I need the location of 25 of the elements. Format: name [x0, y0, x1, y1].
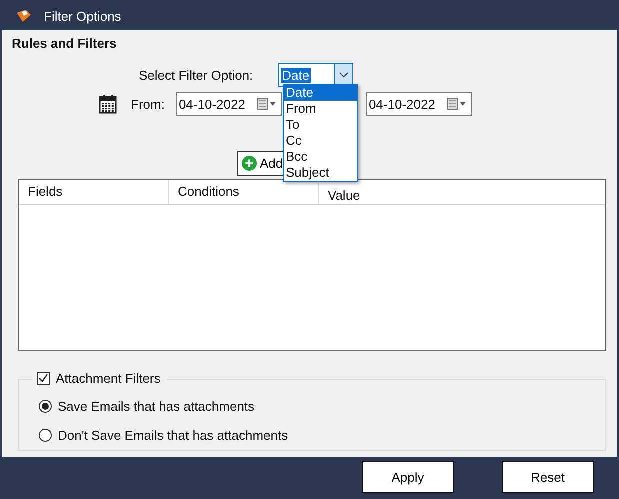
calendar-icon	[99, 94, 117, 114]
date-picker-icon[interactable]	[256, 98, 277, 110]
dropdown-item[interactable]: Cc	[284, 133, 357, 149]
date-field[interactable]: 04-10-2022	[176, 92, 282, 116]
app-logo-icon	[16, 9, 32, 23]
dropdown-item[interactable]: From	[284, 101, 357, 117]
dropdown-item[interactable]: To	[284, 117, 357, 133]
plus-circle-icon	[242, 156, 257, 171]
section-title: Rules and Filters	[12, 36, 117, 51]
reset-button[interactable]: Reset	[502, 461, 594, 493]
from-label: From:	[131, 96, 165, 112]
apply-button[interactable]: Apply	[362, 461, 454, 493]
window-title: Filter Options	[44, 8, 122, 24]
dropdown-item[interactable]: Date	[284, 85, 357, 101]
chevron-down-icon	[338, 72, 349, 78]
filter-option-label: Select Filter Option:	[139, 68, 254, 82]
column-header: Fields	[19, 180, 169, 204]
date-picker-icon[interactable]	[446, 98, 467, 110]
column-header: Value	[327, 187, 362, 204]
radio-option[interactable]: Don't Save Emails that has attachments	[39, 428, 605, 443]
radio-option[interactable]: Save Emails that has attachments	[39, 399, 605, 414]
dropdown-item[interactable]: Subject	[284, 165, 357, 181]
dropdown-item[interactable]: Bcc	[284, 149, 357, 165]
date-field[interactable]: 04-10-2022	[366, 92, 472, 116]
attachment-filters-checkbox[interactable]: Attachment Filters	[33, 371, 167, 386]
